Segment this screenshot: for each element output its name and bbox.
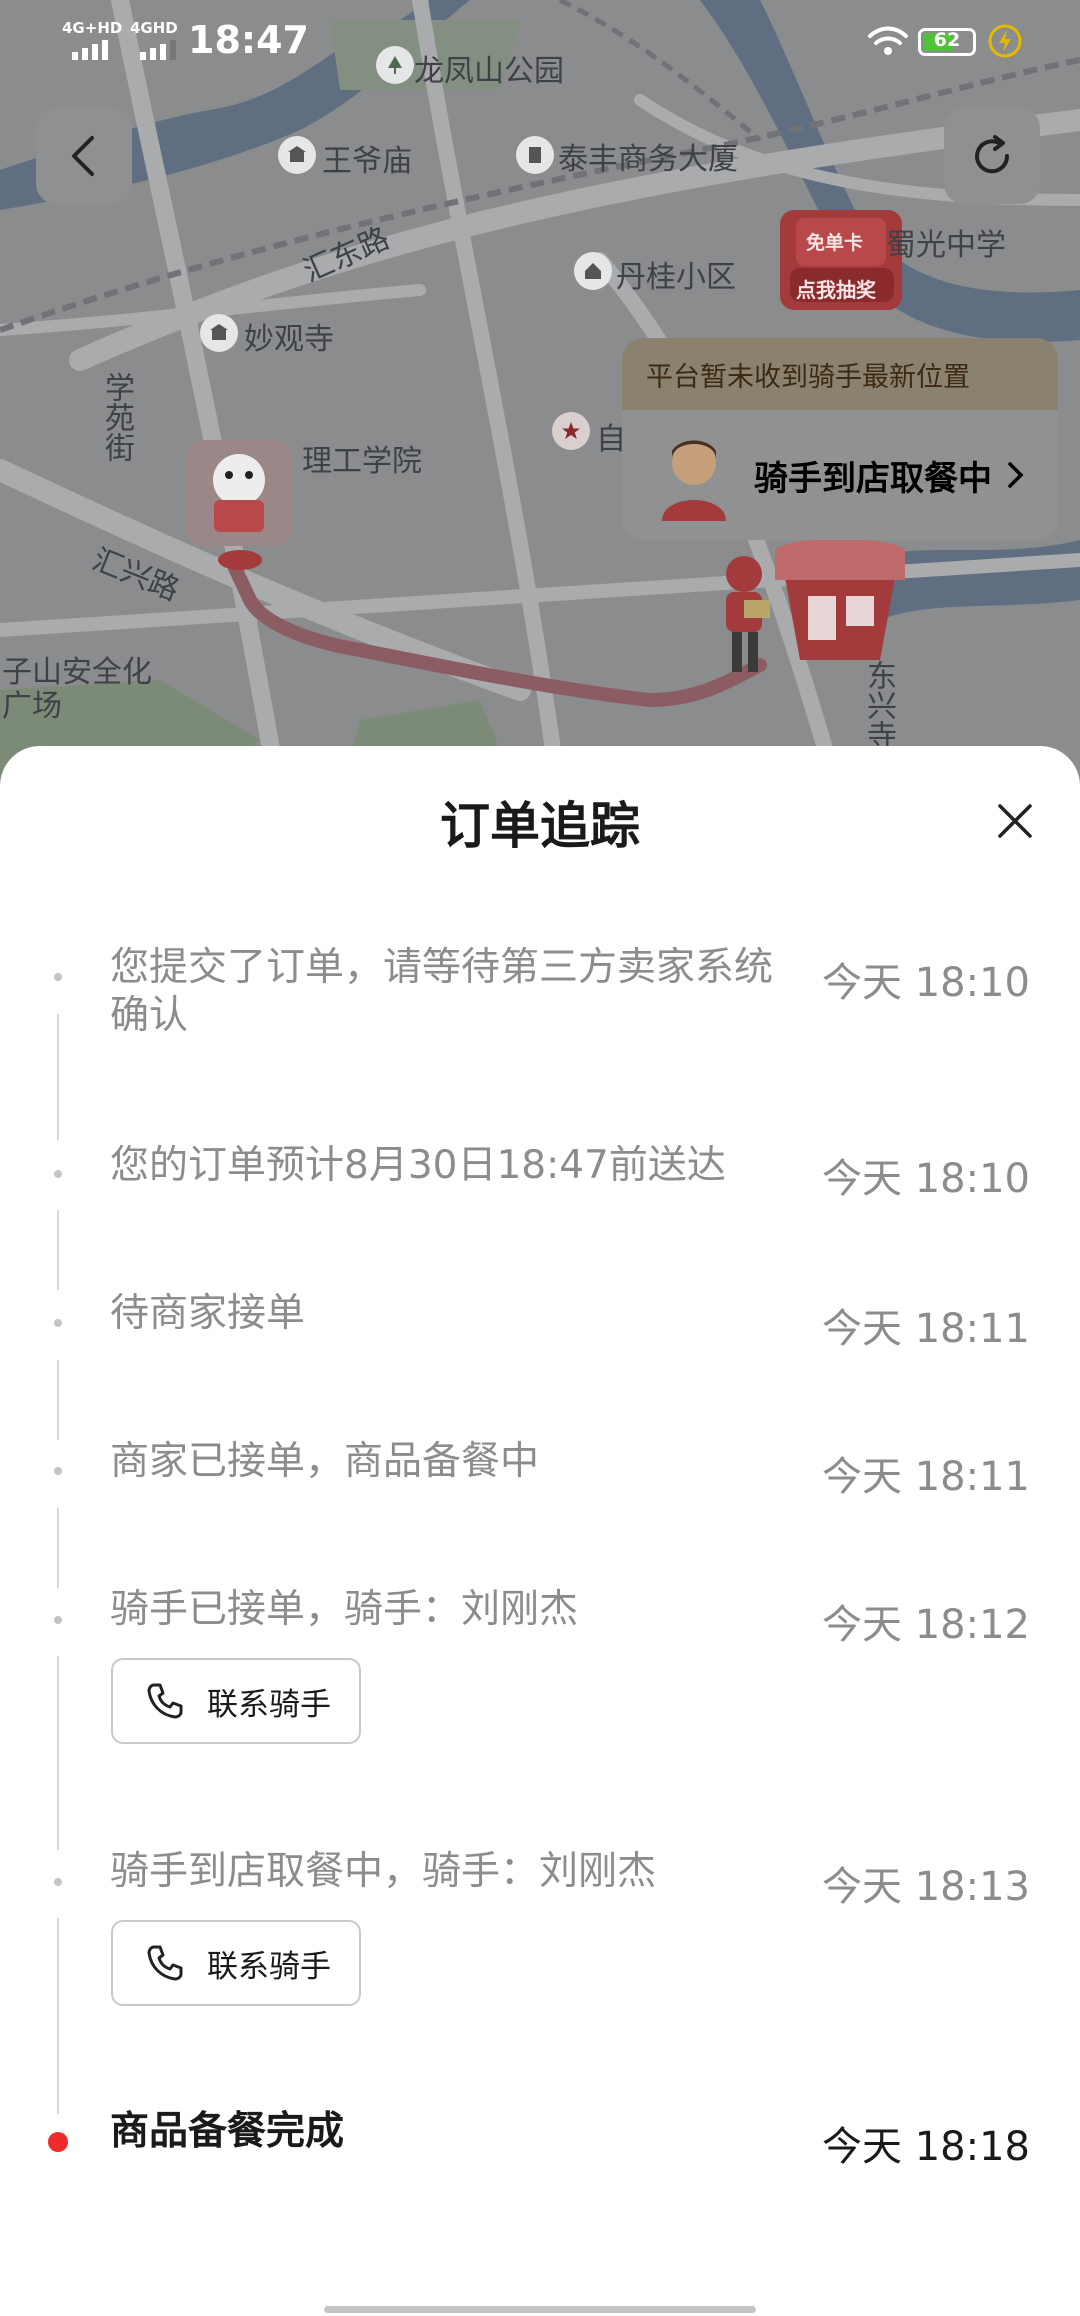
timeline-dot: [54, 1878, 62, 1886]
rider-status-card[interactable]: 平台暂未收到骑手最新位置 骑手到店取餐中: [622, 338, 1058, 540]
back-arrow-icon: [72, 136, 94, 176]
rider-location-notice: 平台暂未收到骑手最新位置: [622, 338, 1058, 410]
battery-percent: 62: [933, 29, 961, 51]
close-button[interactable]: [992, 798, 1038, 844]
timeline-connector: [57, 1014, 59, 1140]
timeline-event-text: 骑手已接单，骑手：刘刚杰: [110, 1587, 579, 1632]
refresh-button[interactable]: [944, 108, 1040, 204]
page-title: 订单追踪: [440, 797, 640, 855]
signal-icon-2: [140, 40, 176, 60]
temple2-icon: [200, 314, 238, 352]
timeline-event-time-active: 今天 18:18: [822, 2124, 1030, 2170]
map-view[interactable]: 龙凤山公园 王爷庙 泰丰商务大厦 汇东路 蜀光中学 丹桂小区 妙观寺 学苑街 理…: [0, 0, 1080, 800]
timeline-dot: [54, 1319, 62, 1327]
rider-status-text: 骑手到店取餐中: [754, 458, 992, 499]
timeline-dot: [54, 1170, 62, 1178]
map-label-road3: 东兴寺: [861, 660, 896, 750]
clock: 18:47: [188, 18, 309, 62]
refresh-icon: [975, 135, 1010, 174]
timeline-event-time: 今天 18:10: [822, 960, 1030, 1006]
building-icon: [516, 136, 554, 174]
timeline-connector: [57, 1360, 59, 1440]
map-label-square: 子山安全化广场: [2, 655, 152, 724]
timeline-connector: [57, 1656, 59, 1850]
status-bar: 4G+HD 4GHD 18:47 62: [0, 0, 1080, 80]
timeline-event-text: 骑手到店取餐中，骑手：刘刚杰: [110, 1849, 657, 1894]
timeline-event-text: 您提交了订单，请等待第三方卖家系统确认: [110, 945, 774, 1038]
home-indicator[interactable]: [324, 2306, 756, 2313]
timeline-dot-active: [48, 2132, 68, 2152]
timeline-event-text: 您的订单预计8月30日18:47前送达: [110, 1143, 726, 1188]
promo-bottom-text[interactable]: 点我抽奖: [796, 274, 876, 303]
temple-icon: [278, 136, 316, 174]
timeline-connector: [57, 1508, 59, 1588]
timeline-event-time: 今天 18:12: [822, 1602, 1030, 1648]
phone-icon: [147, 1945, 183, 1981]
map-label-college: 理工学院: [302, 444, 422, 479]
order-tracking-sheet: 订单追踪 您提交了订单，请等待第三方卖家系统确认 今天 18:10 您的订单预计…: [0, 746, 1080, 2316]
battery-icon: 62: [918, 28, 976, 56]
map-label-school: 蜀光中学: [886, 228, 1006, 263]
timeline-connector: [57, 1918, 59, 2114]
network-label-1: 4G+HD: [62, 19, 123, 37]
map-label-building: 泰丰商务大厦: [558, 142, 738, 177]
community-icon: [574, 252, 612, 290]
chevron-right-icon: [1008, 462, 1024, 488]
timeline-connector: [57, 1210, 59, 1290]
contact-rider-label: 联系骑手: [207, 1948, 331, 1985]
timeline-event-time: 今天 18:13: [822, 1864, 1030, 1910]
timeline-event-time: 今天 18:10: [822, 1156, 1030, 1202]
map-label-street: 学苑街: [99, 372, 134, 462]
phone-icon: [147, 1683, 183, 1719]
back-button[interactable]: [36, 108, 132, 204]
map-label-temple2: 妙观寺: [244, 322, 334, 357]
timeline-event-time: 今天 18:11: [822, 1306, 1030, 1352]
timeline-dot: [54, 1467, 62, 1475]
contact-rider-label: 联系骑手: [207, 1686, 331, 1723]
timeline-dot: [54, 1616, 62, 1624]
contact-rider-button[interactable]: 联系骑手: [111, 1658, 361, 1744]
promo-top-text: 免单卡: [806, 232, 864, 254]
poi-star-icon: [552, 412, 590, 450]
map-label-community: 丹桂小区: [616, 260, 736, 295]
charging-icon: [988, 24, 1022, 58]
timeline-event-text: 待商家接单: [110, 1291, 306, 1336]
map-label-temple1: 王爷庙: [322, 144, 412, 179]
timeline-event-text-active: 商品备餐完成: [110, 2109, 345, 2154]
timeline-event-time: 今天 18:11: [822, 1454, 1030, 1500]
signal-icon-1: [72, 40, 108, 60]
wifi-icon: [868, 26, 908, 55]
network-label-2: 4GHD: [130, 19, 178, 37]
timeline-event-text: 商家已接单，商品备餐中: [110, 1439, 540, 1484]
close-icon: [998, 804, 1032, 838]
timeline-dot: [54, 973, 62, 981]
contact-rider-button[interactable]: 联系骑手: [111, 1920, 361, 2006]
rider-avatar-icon: [662, 440, 726, 521]
